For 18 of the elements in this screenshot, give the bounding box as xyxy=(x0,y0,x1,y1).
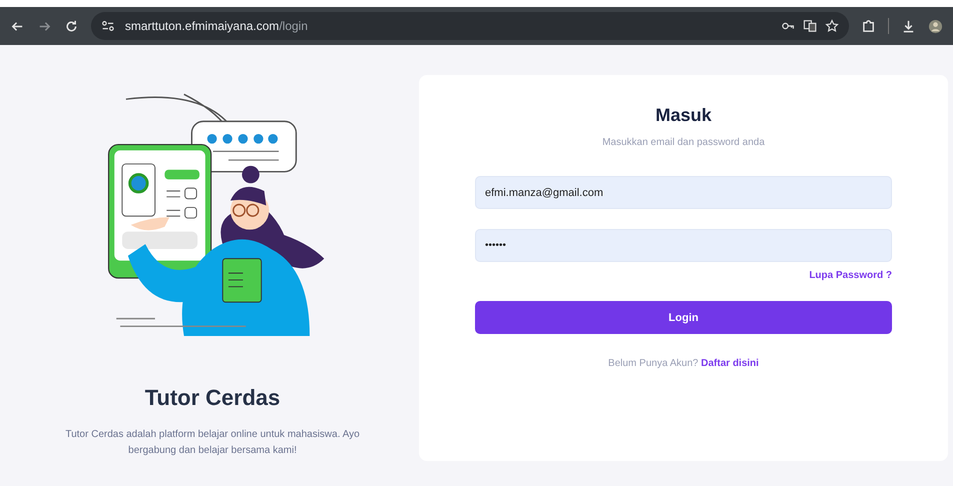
login-subtitle: Masukkan email dan password anda xyxy=(602,137,765,148)
star-icon[interactable] xyxy=(825,19,839,33)
profile-avatar-icon[interactable] xyxy=(928,18,943,34)
forgot-password-link[interactable]: Lupa Password ? xyxy=(809,270,892,281)
url-host: smarttuton.efmimaiyana.com xyxy=(125,19,280,33)
login-title: Masuk xyxy=(655,105,712,126)
site-settings-icon[interactable] xyxy=(101,19,115,33)
address-bar[interactable]: smarttuton.efmimaiyana.com/login xyxy=(91,12,849,40)
download-icon[interactable] xyxy=(901,18,916,34)
app-description: Tutor Cerdas adalah platform belajar online untuk mahasiswa. Ayo bergabung dan belajar bersama kami! xyxy=(65,428,360,458)
url-path: /login xyxy=(279,19,308,33)
reload-icon[interactable] xyxy=(64,18,79,34)
email-field[interactable]: efmi.manza@gmail.com xyxy=(475,176,892,209)
app-title: Tutor Cerdas xyxy=(144,385,280,411)
register-link[interactable]: Daftar disini xyxy=(701,358,759,369)
register-prompt: Belum Punya Akun? xyxy=(608,358,698,369)
password-field[interactable]: •••••• xyxy=(475,229,892,262)
login-button[interactable]: Login xyxy=(475,301,892,334)
